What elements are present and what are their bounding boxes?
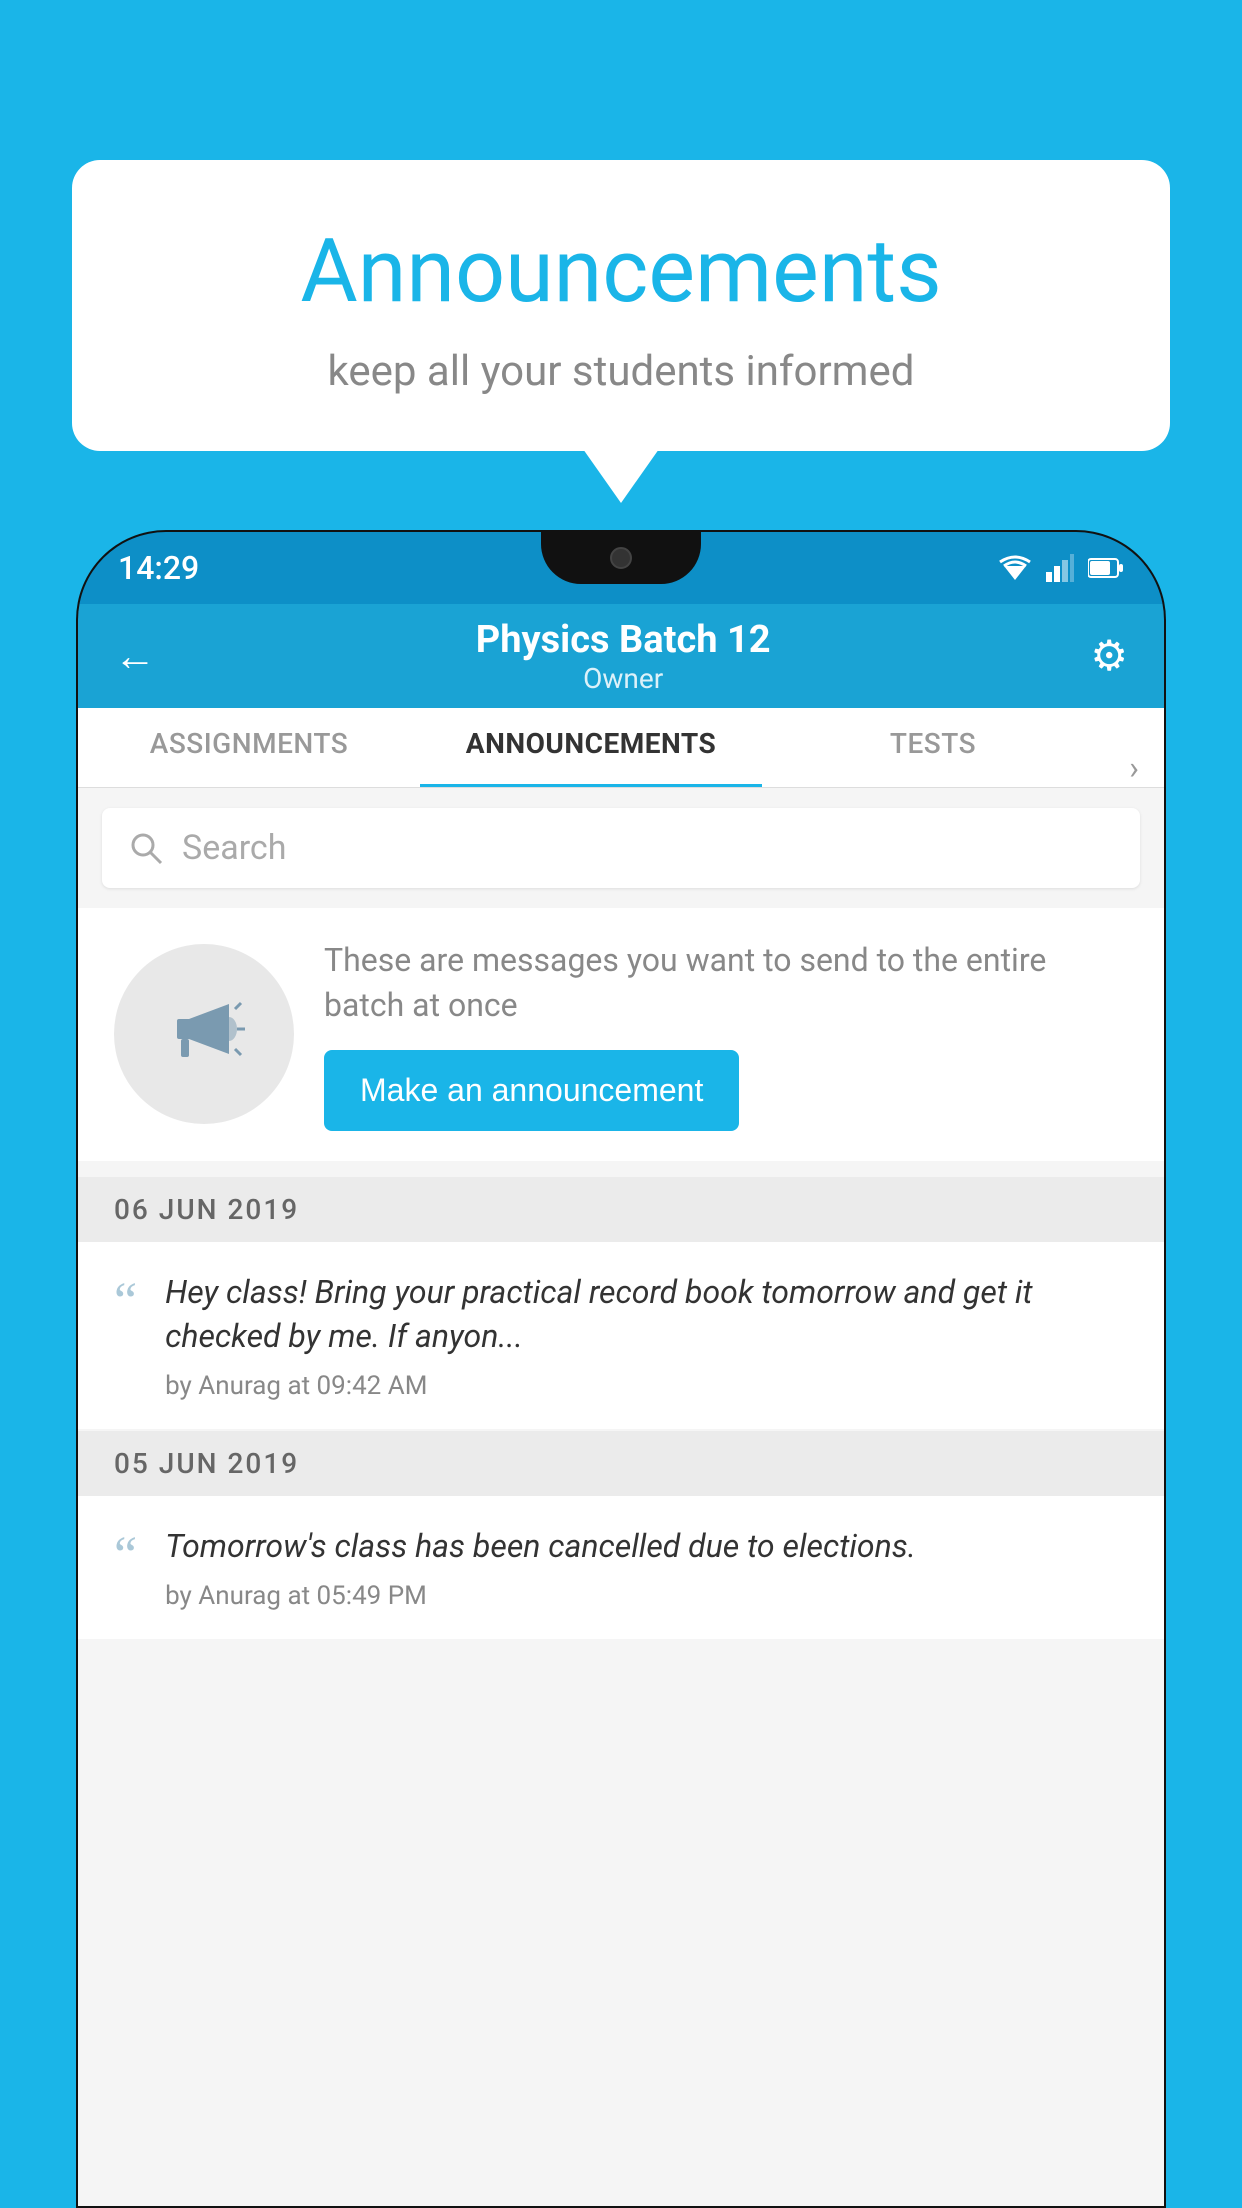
- app-bar-title: Physics Batch 12 Owner: [476, 618, 771, 695]
- speech-bubble-title: Announcements: [122, 220, 1120, 323]
- search-bar[interactable]: Search: [102, 808, 1140, 888]
- tab-assignments[interactable]: ASSIGNMENTS: [78, 708, 420, 787]
- status-icons: [998, 554, 1124, 582]
- date-divider-2: 05 JUN 2019: [78, 1431, 1164, 1496]
- notch: [541, 532, 701, 584]
- announcement-body-1: Hey class! Bring your practical record b…: [165, 1270, 1128, 1360]
- batch-name: Physics Batch 12: [476, 618, 771, 662]
- announcement-body-2: Tomorrow's class has been cancelled due …: [165, 1524, 1128, 1569]
- back-button[interactable]: ←: [114, 632, 156, 681]
- tab-announcements[interactable]: ANNOUNCEMENTS: [420, 708, 762, 787]
- speech-bubble: Announcements keep all your students inf…: [72, 160, 1170, 451]
- quote-icon-1: “: [114, 1276, 137, 1328]
- announcement-meta-1: by Anurag at 09:42 AM: [165, 1371, 1128, 1401]
- announcement-item-2[interactable]: “ Tomorrow's class has been cancelled du…: [78, 1496, 1164, 1639]
- announcement-text-1: Hey class! Bring your practical record b…: [165, 1270, 1128, 1402]
- promo-description: These are messages you want to send to t…: [324, 938, 1128, 1028]
- content-area: Search These are: [78, 788, 1164, 2206]
- app-bar: ← Physics Batch 12 Owner ⚙: [78, 604, 1164, 708]
- promo-icon-circle: [114, 944, 294, 1124]
- status-bar: 14:29: [78, 532, 1164, 604]
- search-icon: [128, 830, 164, 866]
- wifi-icon: [998, 554, 1032, 582]
- speech-bubble-subtitle: keep all your students informed: [122, 347, 1120, 396]
- date-divider-1: 06 JUN 2019: [78, 1177, 1164, 1242]
- quote-icon-2: “: [114, 1530, 137, 1582]
- tab-tests[interactable]: TESTS: [762, 708, 1104, 787]
- announcement-item-1[interactable]: “ Hey class! Bring your practical record…: [78, 1242, 1164, 1430]
- tabs: ASSIGNMENTS ANNOUNCEMENTS TESTS ›: [78, 708, 1164, 788]
- signal-icon: [1046, 554, 1074, 582]
- status-time: 14:29: [118, 549, 199, 587]
- batch-sub: Owner: [476, 662, 771, 695]
- megaphone-icon: [159, 989, 249, 1079]
- announcement-meta-2: by Anurag at 05:49 PM: [165, 1581, 1128, 1611]
- settings-icon[interactable]: ⚙: [1090, 631, 1128, 681]
- phone-frame: 14:29: [76, 530, 1166, 2208]
- phone-inner: 14:29: [78, 532, 1164, 2206]
- search-input[interactable]: Search: [182, 828, 286, 868]
- make-announcement-button[interactable]: Make an announcement: [324, 1050, 739, 1131]
- announcement-promo: These are messages you want to send to t…: [78, 908, 1164, 1161]
- camera-dot: [610, 547, 632, 569]
- announcement-text-2: Tomorrow's class has been cancelled due …: [165, 1524, 1128, 1611]
- promo-text-area: These are messages you want to send to t…: [324, 938, 1128, 1131]
- tab-more[interactable]: ›: [1104, 749, 1164, 787]
- battery-icon: [1088, 557, 1124, 579]
